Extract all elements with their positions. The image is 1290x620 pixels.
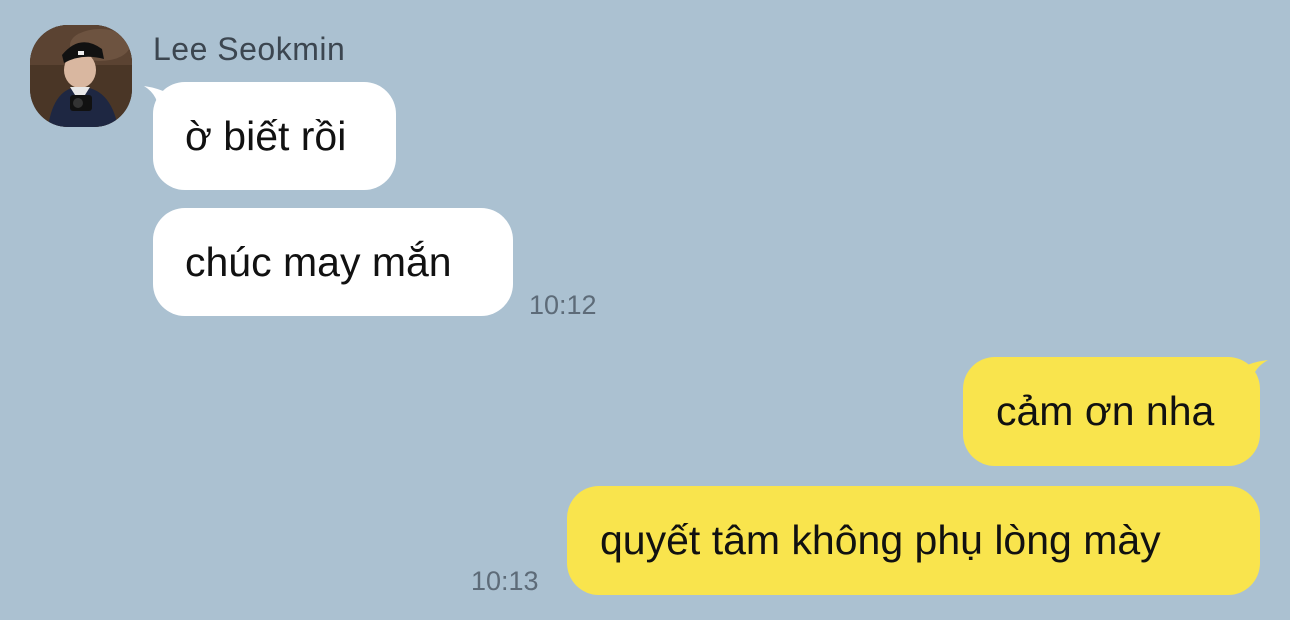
message-bubble-outgoing[interactable]: cảm ơn nha xyxy=(963,357,1260,466)
contact-avatar[interactable] xyxy=(30,25,132,127)
message-text: cảm ơn nha xyxy=(996,388,1215,434)
avatar-photo-icon xyxy=(30,25,132,127)
message-timestamp: 10:13 xyxy=(471,566,539,596)
message-text: quyết tâm không phụ lòng mày xyxy=(600,517,1161,563)
message-timestamp: 10:12 xyxy=(529,290,597,320)
message-bubble-incoming[interactable]: chúc may mắn xyxy=(153,208,513,316)
sender-name: Lee Seokmin xyxy=(153,31,346,67)
chat-conversation: Lee Seokmin ờ biết rồi chúc may mắn 10:1… xyxy=(0,0,1290,620)
message-bubble-outgoing[interactable]: quyết tâm không phụ lòng mày xyxy=(567,486,1260,595)
message-bubble-incoming[interactable]: ờ biết rồi xyxy=(153,82,396,190)
message-text: ờ biết rồi xyxy=(185,112,347,159)
message-text: chúc may mắn xyxy=(185,238,452,285)
